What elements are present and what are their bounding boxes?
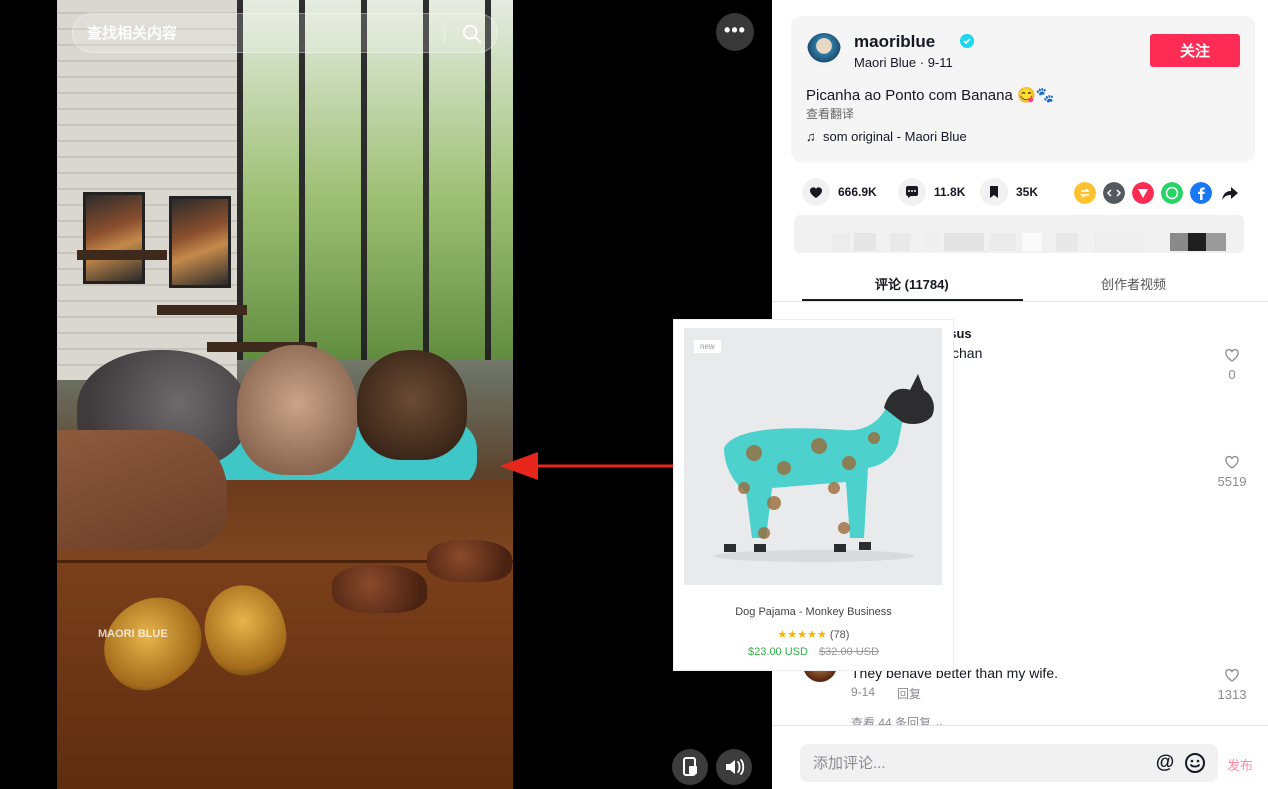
- follow-button[interactable]: 关注: [1150, 34, 1240, 67]
- volume-icon: [726, 759, 745, 775]
- brick-wall: [57, 0, 237, 380]
- blurred-pixel: [832, 233, 850, 251]
- heart-icon[interactable]: [802, 178, 830, 206]
- music-note-icon: ♫: [806, 129, 823, 144]
- comment-body: chan: [952, 345, 983, 361]
- send-icon[interactable]: [1132, 182, 1154, 204]
- hand-with-spoon: [57, 430, 227, 550]
- blurred-pixel: [944, 233, 984, 251]
- search-input[interactable]: [87, 14, 447, 52]
- post-comment-button[interactable]: 发布: [1227, 755, 1253, 774]
- comment-composer[interactable]: @: [800, 744, 1218, 782]
- facebook-icon[interactable]: [1190, 182, 1212, 204]
- comment-icon[interactable]: [898, 178, 926, 206]
- comment-like-button[interactable]: 1313: [1212, 667, 1252, 702]
- search-icon[interactable]: [461, 23, 483, 45]
- blurred-pixel: [1206, 233, 1226, 251]
- annotation-arrow: [500, 452, 686, 480]
- dog-lilac: [237, 345, 357, 475]
- bookmark-icon[interactable]: [980, 178, 1008, 206]
- dog-brown: [357, 350, 467, 460]
- new-badge: new: [694, 340, 721, 353]
- view-replies-label: 查看 44 条回复: [851, 716, 932, 725]
- reply-button[interactable]: 回复: [897, 685, 921, 702]
- phone-rotate-icon: [683, 757, 697, 776]
- product-image[interactable]: new: [684, 328, 942, 585]
- repost-icon[interactable]: [1074, 182, 1096, 204]
- tab-comments[interactable]: 评论 (11784): [875, 274, 949, 293]
- product-name[interactable]: Dog Pajama - Monkey Business: [674, 606, 953, 618]
- author-username[interactable]: maoriblue: [854, 32, 935, 52]
- steak: [427, 540, 512, 582]
- review-count: (78): [829, 629, 850, 641]
- video-watermark: MAORI BLUE: [98, 628, 168, 640]
- comment-like-count: 1313: [1217, 687, 1247, 702]
- video-player[interactable]: MAORI BLUE •••: [0, 0, 772, 789]
- blurred-pixel: [854, 233, 876, 251]
- comment-input[interactable]: [813, 744, 1143, 782]
- mention-button[interactable]: @: [1154, 752, 1176, 774]
- emoji-icon[interactable]: [1184, 752, 1206, 774]
- composer-divider: [772, 725, 1268, 726]
- translate-link[interactable]: 查看翻译: [806, 105, 854, 122]
- engagement-row: 666.9K 11.8K 35K: [802, 178, 1262, 206]
- view-replies-link[interactable]: 查看 44 条回复 ⌄: [851, 714, 944, 725]
- share-arrow-icon[interactable]: [1219, 182, 1241, 204]
- shelf: [77, 250, 167, 260]
- product-price: $23.00 USD $32.00 USD: [674, 646, 953, 658]
- blurred-pixel: [890, 233, 910, 251]
- music-link[interactable]: ♫ som original - Maori Blue: [806, 129, 967, 144]
- more-options-button[interactable]: •••: [716, 13, 754, 51]
- sale-price: $23.00 USD: [748, 646, 808, 658]
- blurred-pixel: [1022, 233, 1042, 251]
- comment-date: 9-14: [851, 685, 876, 699]
- whatsapp-icon[interactable]: [1161, 182, 1183, 204]
- author-info-card: maoriblue Maori Blue · 9-11 关注 Picanha a…: [791, 16, 1255, 162]
- comment-like-count: 0: [1228, 367, 1236, 382]
- author-display-name-date: Maori Blue · 9-11: [854, 55, 953, 70]
- tab-creator-videos[interactable]: 创作者视频: [1101, 274, 1166, 293]
- heart-outline-icon[interactable]: [1224, 347, 1240, 363]
- video-caption: Picanha ao Ponto com Banana 😋🐾: [806, 87, 1055, 104]
- verified-badge-icon: [960, 34, 974, 48]
- original-price: $32.00 USD: [819, 646, 879, 658]
- blurred-pixel: [1056, 233, 1078, 251]
- volume-button[interactable]: [716, 749, 752, 785]
- product-card[interactable]: new Dog Pajama - Monkey Business ★★★★★ (…: [674, 320, 953, 670]
- music-title: som original - Maori Blue: [822, 129, 967, 144]
- heart-outline-icon[interactable]: [1224, 667, 1240, 683]
- comment-like-count: 5519: [1217, 474, 1247, 489]
- blurred-pixel: [1094, 233, 1144, 251]
- embed-icon[interactable]: [1103, 182, 1125, 204]
- dog-painting: [83, 192, 145, 284]
- copy-link-bar[interactable]: [794, 215, 1244, 253]
- comment-like-button[interactable]: 5519: [1212, 454, 1252, 489]
- dog-painting: [169, 196, 231, 288]
- save-count: 35K: [1016, 185, 1039, 199]
- blurred-pixel: [1188, 233, 1206, 251]
- video-frame[interactable]: [57, 0, 513, 789]
- blurred-pixel: [1170, 233, 1188, 251]
- panel-tabs: 评论 (11784) 创作者视频: [772, 264, 1268, 302]
- video-search-bar[interactable]: [72, 13, 498, 53]
- blurred-pixel: [990, 233, 1016, 251]
- product-rating: ★★★★★ (78): [674, 628, 953, 641]
- window-view: [237, 0, 513, 360]
- screen-rotate-button[interactable]: [672, 749, 708, 785]
- steak: [332, 565, 427, 613]
- author-avatar[interactable]: [807, 33, 841, 67]
- shelf: [157, 305, 247, 315]
- search-divider: [444, 22, 445, 44]
- heart-outline-icon[interactable]: [1224, 454, 1240, 470]
- dog-in-pajama-image: [714, 374, 934, 562]
- star-rating-icon: ★★★★★: [777, 629, 827, 641]
- blurred-pixel: [924, 233, 940, 251]
- page: MAORI BLUE ••• maoriblue: [0, 0, 1268, 789]
- comment-count: 11.8K: [934, 185, 966, 199]
- like-count: 666.9K: [838, 185, 877, 199]
- active-tab-indicator: [802, 299, 1023, 301]
- comment-like-button[interactable]: 0: [1212, 347, 1252, 382]
